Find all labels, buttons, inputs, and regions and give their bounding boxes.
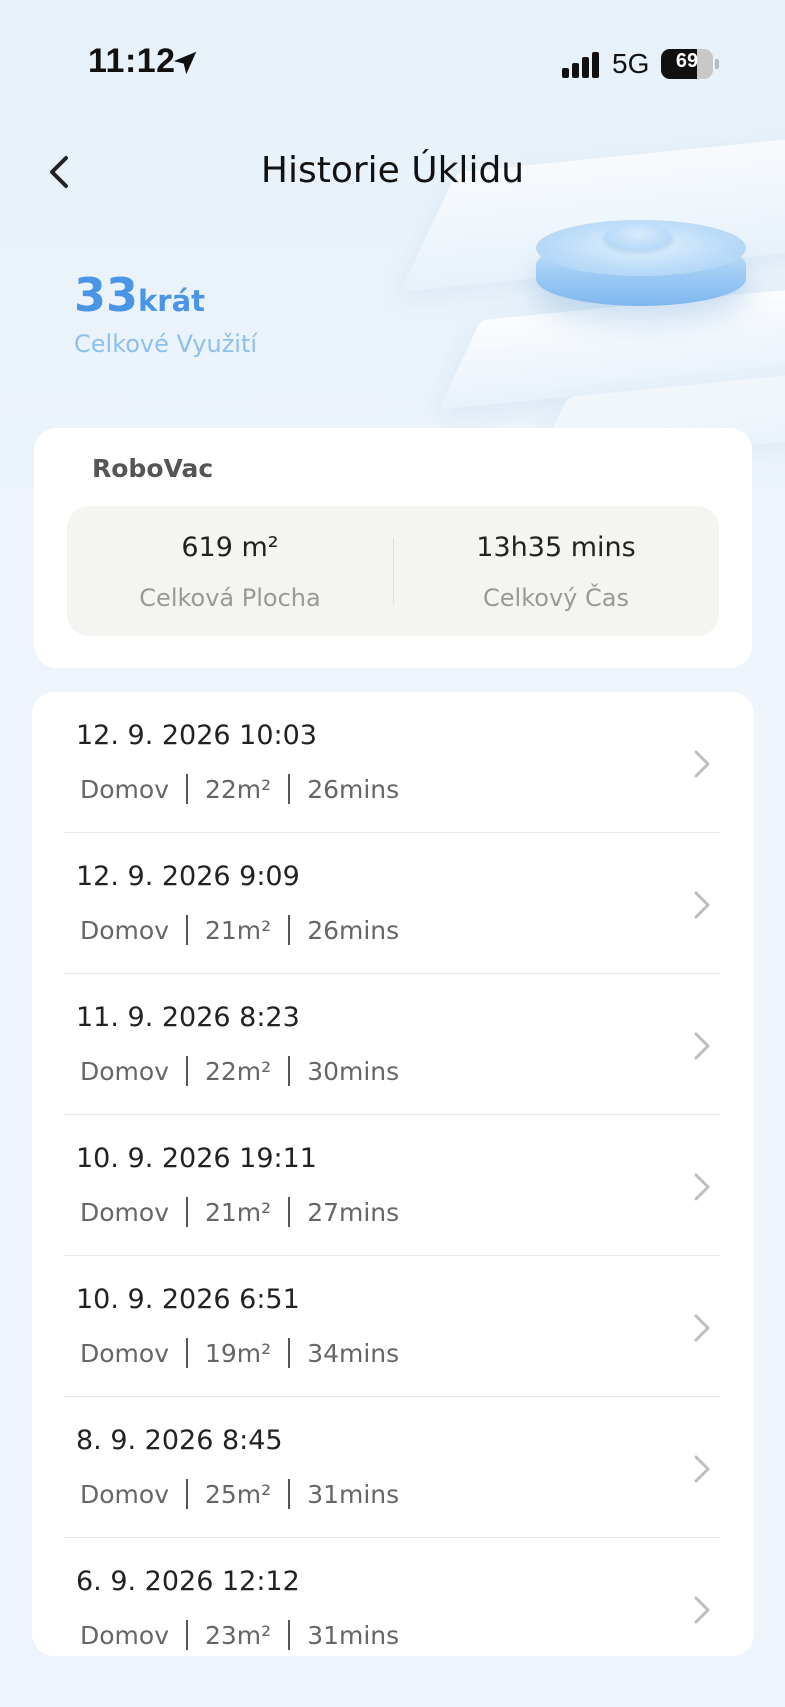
chevron-right-icon: [694, 750, 710, 778]
meta-separator: [186, 774, 188, 804]
meta-separator: [288, 1056, 291, 1086]
history-meta: Domov 21m² 26mins: [80, 915, 399, 945]
history-place: Domov: [80, 915, 169, 945]
history-area: 23m²: [205, 1620, 272, 1650]
history-area: 22m²: [205, 1056, 272, 1086]
meta-separator: [186, 1056, 188, 1086]
device-summary-card: RoboVac 619 m² Celková Plocha 13h35 mins…: [34, 428, 752, 668]
history-list: 12. 9. 2026 10:03 Domov 22m² 26mins 12. 9. 2…: [32, 692, 754, 1656]
history-area: 21m²: [205, 915, 272, 945]
history-list-item[interactable]: 6. 9. 2026 12:12 Domov 23m² 31mins: [32, 1538, 754, 1656]
battery-level: 69: [675, 50, 699, 72]
chevron-right-icon: [694, 891, 710, 919]
meta-separator: [186, 1338, 188, 1368]
history-date: 10. 9. 2026 19:11: [76, 1143, 317, 1174]
history-list-item[interactable]: 10. 9. 2026 19:11 Domov 21m² 27mins: [32, 1115, 754, 1256]
history-duration: 26mins: [307, 915, 400, 945]
history-area: 22m²: [205, 774, 272, 804]
history-duration: 31mins: [307, 1479, 400, 1509]
stat-value: 619 m²: [181, 532, 279, 563]
stat-total-area: 619 m² Celková Plocha: [67, 506, 393, 636]
stat-total-time: 13h35 mins Celkový Čas: [393, 506, 719, 636]
meta-separator: [288, 1338, 291, 1368]
history-place: Domov: [80, 1197, 169, 1227]
chevron-right-icon: [694, 1596, 710, 1624]
history-meta: Domov 23m² 31mins: [80, 1620, 399, 1650]
chevron-right-icon: [694, 1314, 710, 1342]
page-title: Historie Úklidu: [260, 150, 525, 191]
history-list-item[interactable]: 8. 9. 2026 8:45 Domov 25m² 31mins: [32, 1397, 754, 1538]
history-duration: 27mins: [307, 1197, 400, 1227]
battery-icon: 69: [661, 49, 719, 79]
history-place: Domov: [80, 1338, 169, 1368]
meta-separator: [288, 1479, 291, 1509]
meta-separator: [186, 915, 188, 945]
history-list-item[interactable]: 12. 9. 2026 10:03 Domov 22m² 26mins: [32, 692, 754, 833]
history-date: 6. 9. 2026 12:12: [76, 1566, 300, 1597]
history-area: 25m²: [205, 1479, 272, 1509]
history-place: Domov: [80, 774, 169, 804]
history-place: Domov: [80, 1479, 169, 1509]
stat-value: 13h35 mins: [476, 532, 636, 563]
network-type: 5G: [612, 48, 650, 79]
history-meta: Domov 25m² 31mins: [80, 1479, 399, 1509]
history-meta: Domov 19m² 34mins: [80, 1338, 399, 1368]
history-meta: Domov 22m² 26mins: [80, 774, 399, 804]
chevron-right-icon: [694, 1455, 710, 1483]
meta-separator: [288, 915, 291, 945]
robot-vacuum-image: [536, 220, 746, 310]
usage-count: 33krát: [74, 268, 205, 322]
cellular-signal-icon: [562, 52, 599, 78]
history-date: 12. 9. 2026 9:09: [76, 861, 300, 892]
meta-separator: [186, 1479, 188, 1509]
history-date: 12. 9. 2026 10:03: [76, 720, 317, 751]
chevron-right-icon: [694, 1173, 710, 1201]
history-list-item[interactable]: 11. 9. 2026 8:23 Domov 22m² 30mins: [32, 974, 754, 1115]
meta-separator: [288, 1620, 291, 1650]
history-date: 11. 9. 2026 8:23: [76, 1002, 300, 1033]
history-list-item[interactable]: 10. 9. 2026 6:51 Domov 19m² 34mins: [32, 1256, 754, 1397]
stat-label: Celkový Čas: [483, 584, 629, 612]
usage-label: Celkové Využití: [74, 330, 258, 358]
history-meta: Domov 22m² 30mins: [80, 1056, 399, 1086]
history-date: 8. 9. 2026 8:45: [76, 1425, 283, 1456]
device-name: RoboVac: [92, 454, 214, 483]
status-time: 11:12: [88, 42, 176, 80]
history-duration: 34mins: [307, 1338, 400, 1368]
history-date: 10. 9. 2026 6:51: [76, 1284, 300, 1315]
cleaning-history-screen: 11:12 5G 69 Historie Úklidu 33krát Celko…: [0, 0, 785, 1707]
history-duration: 31mins: [307, 1620, 400, 1650]
history-area: 19m²: [205, 1338, 272, 1368]
device-stats: 619 m² Celková Plocha 13h35 mins Celkový…: [67, 506, 719, 636]
status-bar: 11:12 5G 69: [0, 0, 785, 128]
history-duration: 26mins: [307, 774, 400, 804]
meta-separator: [288, 774, 291, 804]
meta-separator: [288, 1197, 291, 1227]
history-meta: Domov 21m² 27mins: [80, 1197, 399, 1227]
meta-separator: [186, 1620, 188, 1650]
chevron-right-icon: [694, 1032, 710, 1060]
stat-label: Celková Plocha: [139, 584, 321, 612]
history-duration: 30mins: [307, 1056, 400, 1086]
meta-separator: [186, 1197, 188, 1227]
history-area: 21m²: [205, 1197, 272, 1227]
history-place: Domov: [80, 1620, 169, 1650]
location-arrow-icon: [173, 51, 197, 75]
usage-count-unit: krát: [138, 284, 206, 318]
history-list-item[interactable]: 12. 9. 2026 9:09 Domov 21m² 26mins: [32, 833, 754, 974]
history-place: Domov: [80, 1056, 169, 1086]
usage-count-number: 33: [74, 268, 139, 322]
